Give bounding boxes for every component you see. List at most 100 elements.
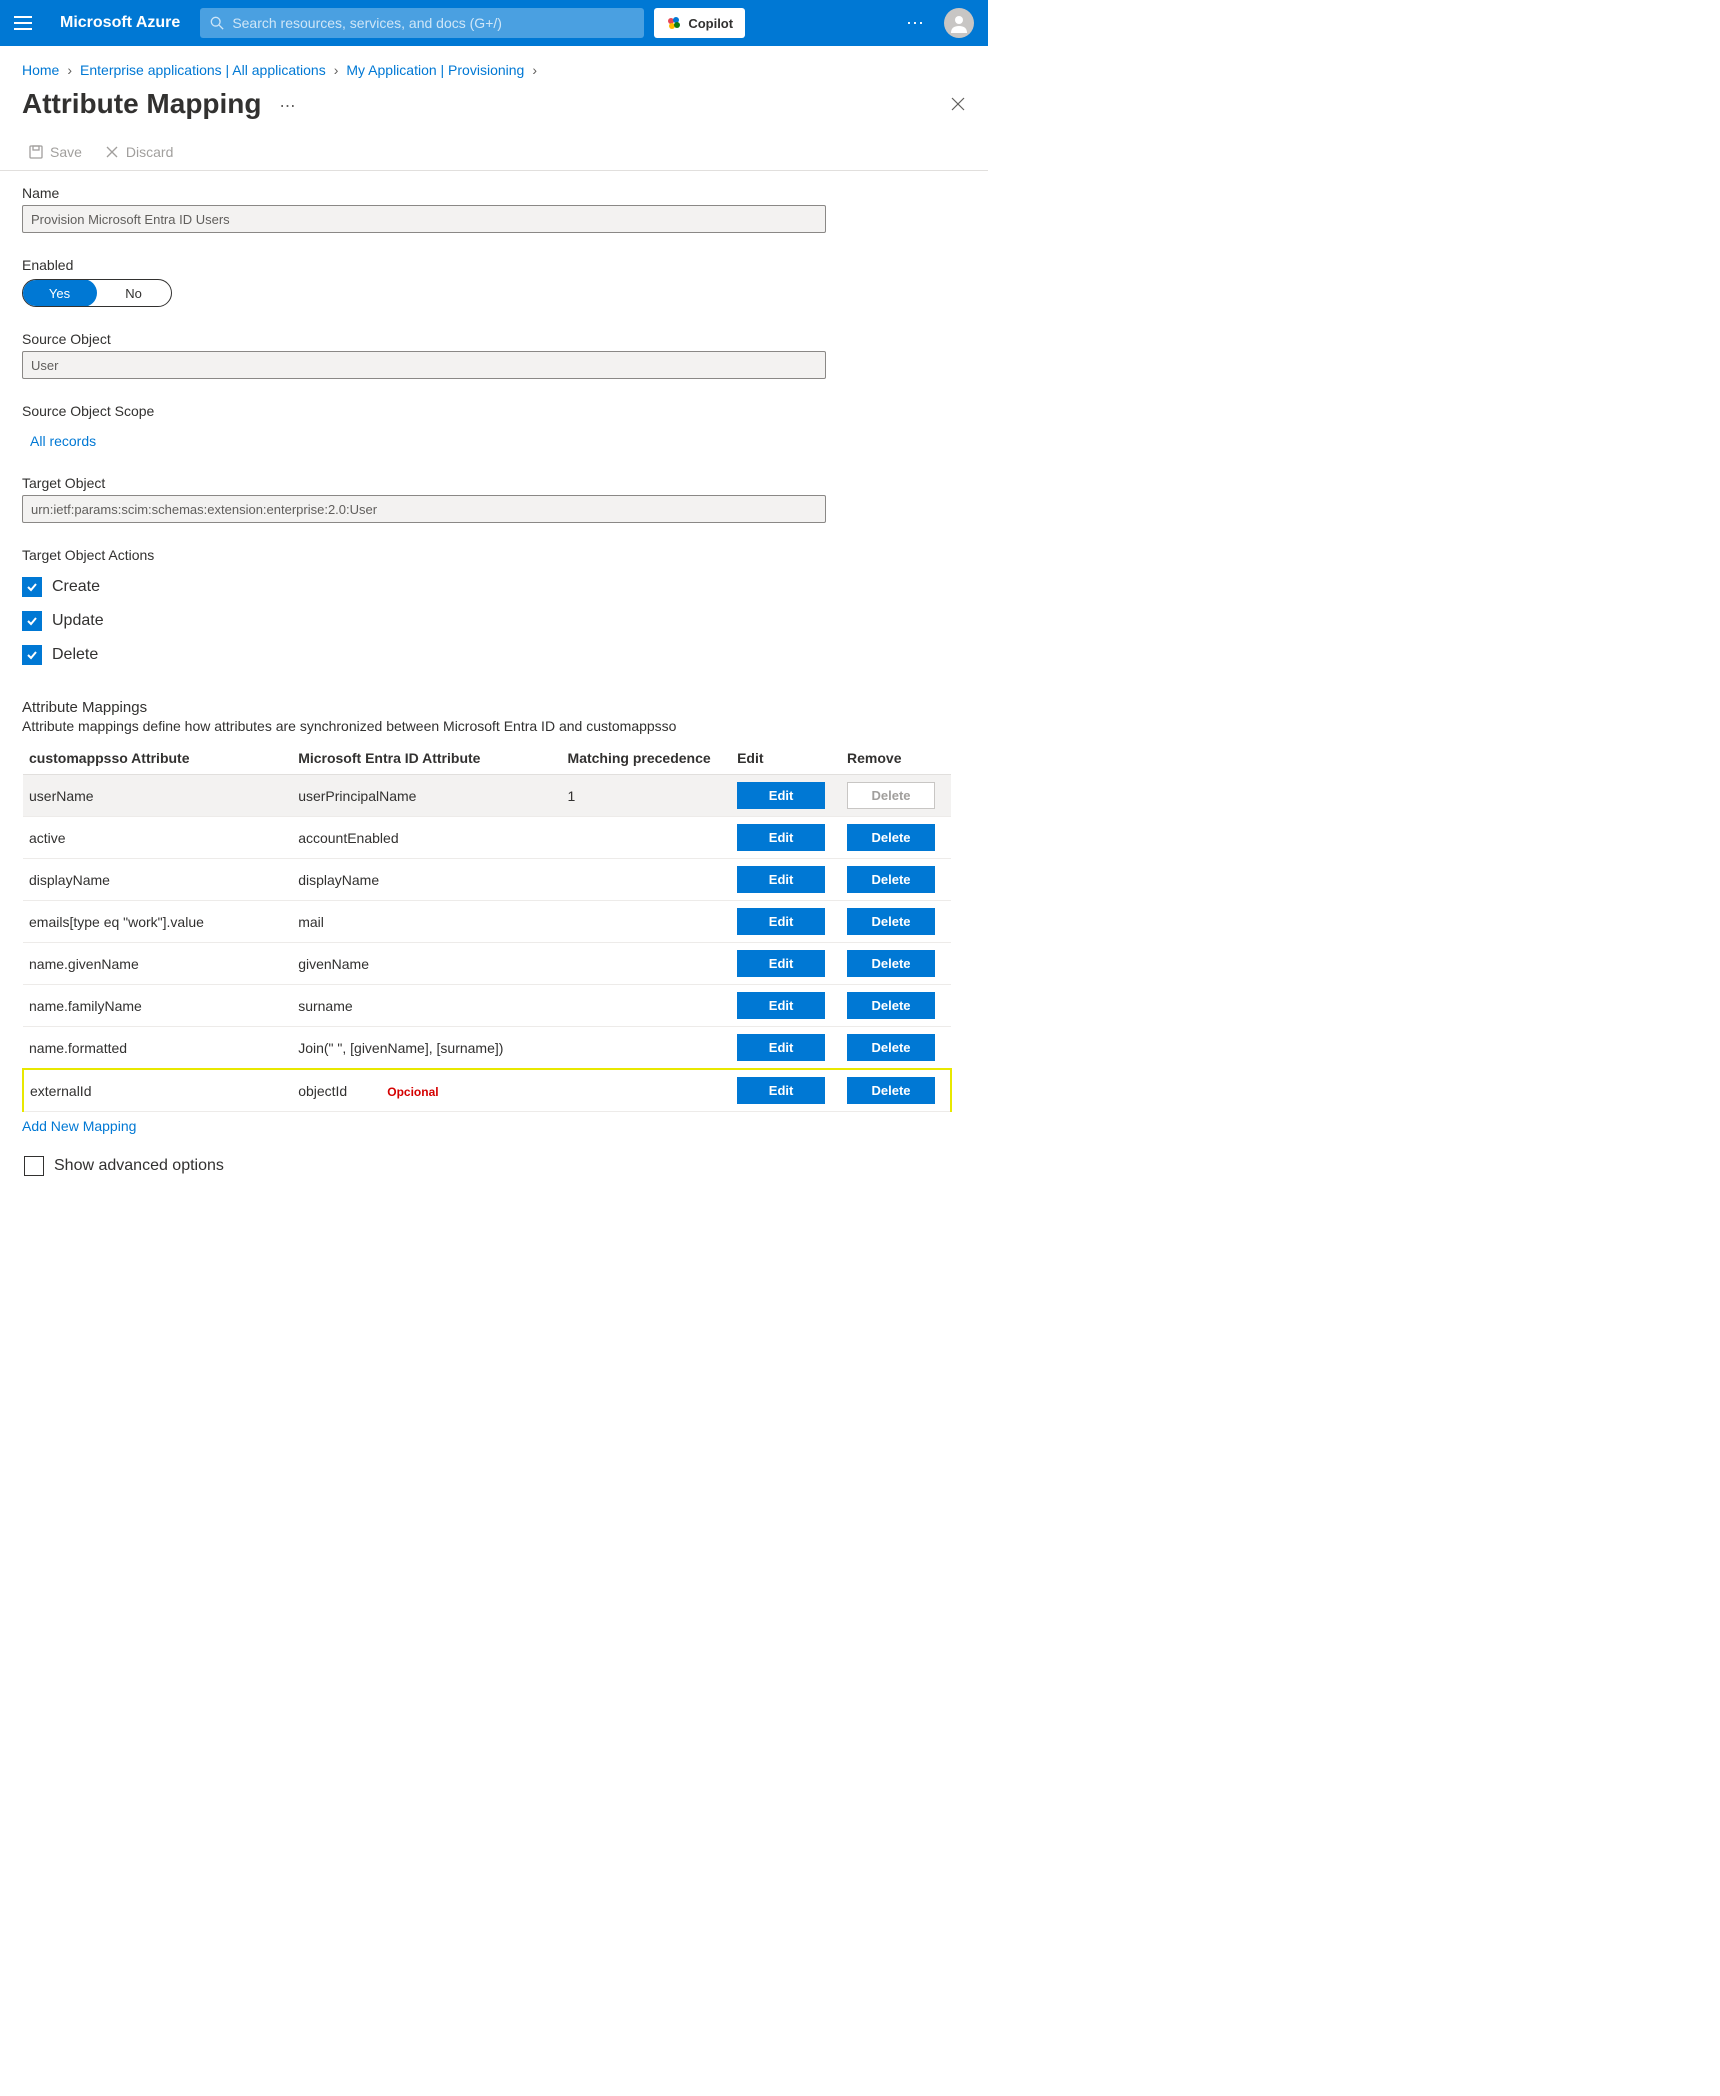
edit-button[interactable]: Edit <box>737 950 825 977</box>
close-icon[interactable] <box>950 96 966 117</box>
toggle-yes[interactable]: Yes <box>22 279 97 307</box>
cell-target: emails[type eq "work"].value <box>23 901 292 943</box>
discard-button[interactable]: Discard <box>104 144 173 160</box>
edit-button[interactable]: Edit <box>737 824 825 851</box>
cell-precedence <box>562 901 732 943</box>
source-object-label: Source Object <box>22 331 966 347</box>
cell-precedence <box>562 817 732 859</box>
table-row: name.givenNamegivenNameEditDelete <box>23 943 951 985</box>
cell-target: userName <box>23 775 292 817</box>
cell-precedence <box>562 1027 732 1070</box>
cell-remove: Delete <box>841 859 951 901</box>
delete-checkbox[interactable] <box>22 645 42 665</box>
delete-label: Delete <box>52 646 98 664</box>
source-scope-label: Source Object Scope <box>22 403 966 419</box>
cell-source: surname <box>292 985 561 1027</box>
search-input[interactable]: Search resources, services, and docs (G+… <box>200 8 644 38</box>
cell-remove: Delete <box>841 985 951 1027</box>
cell-remove: Delete <box>841 943 951 985</box>
cell-edit: Edit <box>731 1027 841 1070</box>
col-edit: Edit <box>731 742 841 775</box>
chevron-right-icon: › <box>532 62 537 78</box>
more-icon[interactable]: ⋯ <box>280 96 298 116</box>
update-checkbox[interactable] <box>22 611 42 631</box>
delete-button[interactable]: Delete <box>847 992 935 1019</box>
source-scope-link[interactable]: All records <box>30 433 96 449</box>
edit-button[interactable]: Edit <box>737 782 825 809</box>
update-label: Update <box>52 612 104 630</box>
more-icon[interactable]: ⋯ <box>906 13 926 34</box>
table-row: displayNamedisplayNameEditDelete <box>23 859 951 901</box>
top-bar: Microsoft Azure Search resources, servic… <box>0 0 988 46</box>
avatar[interactable] <box>944 8 974 38</box>
delete-button[interactable]: Delete <box>847 824 935 851</box>
enabled-label: Enabled <box>22 257 966 273</box>
edit-button[interactable]: Edit <box>737 1077 825 1104</box>
chevron-right-icon: › <box>67 62 72 78</box>
delete-button[interactable]: Delete <box>847 1034 935 1061</box>
breadcrumb-item[interactable]: Home <box>22 62 59 78</box>
delete-button[interactable]: Delete <box>847 950 935 977</box>
cell-source: userPrincipalName <box>292 775 561 817</box>
edit-button[interactable]: Edit <box>737 1034 825 1061</box>
target-actions-label: Target Object Actions <box>22 547 966 563</box>
cell-source: displayName <box>292 859 561 901</box>
cell-edit: Edit <box>731 817 841 859</box>
edit-button[interactable]: Edit <box>737 866 825 893</box>
edit-button[interactable]: Edit <box>737 908 825 935</box>
cell-source: objectIdOpcional <box>292 1069 561 1112</box>
create-checkbox[interactable] <box>22 577 42 597</box>
cell-source: accountEnabled <box>292 817 561 859</box>
cell-source: givenName <box>292 943 561 985</box>
target-object-label: Target Object <box>22 475 966 491</box>
copilot-button[interactable]: Copilot <box>654 8 745 38</box>
show-advanced-label: Show advanced options <box>54 1157 224 1175</box>
name-label: Name <box>22 185 966 201</box>
brand-label[interactable]: Microsoft Azure <box>60 14 180 32</box>
name-field[interactable] <box>22 205 826 233</box>
cell-precedence: 1 <box>562 775 732 817</box>
cell-remove: Delete <box>841 775 951 817</box>
table-row: name.familyNamesurname Edit Delete <box>23 985 951 1027</box>
discard-label: Discard <box>126 144 173 160</box>
breadcrumb: Home › Enterprise applications | All app… <box>0 46 988 78</box>
cell-target: name.formatted <box>23 1027 292 1070</box>
cell-target: name.familyName <box>23 985 292 1027</box>
cell-precedence <box>562 1069 732 1112</box>
close-icon <box>104 144 120 160</box>
menu-icon[interactable] <box>14 16 32 30</box>
breadcrumb-item[interactable]: Enterprise applications | All applicatio… <box>80 62 326 78</box>
toggle-no[interactable]: No <box>96 280 171 306</box>
cell-edit: Edit <box>731 943 841 985</box>
create-label: Create <box>52 578 100 596</box>
edit-button[interactable]: Edit <box>737 992 825 1019</box>
show-advanced-checkbox[interactable] <box>24 1156 44 1176</box>
opcional-badge: Opcional <box>387 1085 438 1099</box>
cell-edit: Edit <box>731 901 841 943</box>
add-mapping-link[interactable]: Add New Mapping <box>22 1118 136 1134</box>
enabled-toggle[interactable]: Yes No <box>22 279 172 307</box>
cell-source: mail <box>292 901 561 943</box>
delete-button[interactable]: Delete <box>847 908 935 935</box>
table-row: activeaccountEnabledEditDelete <box>23 817 951 859</box>
table-row: name.formattedJoin(" ", [givenName], [su… <box>23 1027 951 1070</box>
page-title: Attribute Mapping <box>22 88 262 120</box>
save-button[interactable]: Save <box>28 144 82 160</box>
breadcrumb-item[interactable]: My Application | Provisioning <box>346 62 524 78</box>
col-source: Microsoft Entra ID Attribute <box>292 742 561 775</box>
mappings-desc: Attribute mappings define how attributes… <box>22 718 966 734</box>
toolbar: Save Discard <box>0 130 988 171</box>
col-target: customappsso Attribute <box>23 742 292 775</box>
delete-button[interactable]: Delete <box>847 1077 935 1104</box>
chevron-right-icon: › <box>334 62 339 78</box>
table-row: emails[type eq "work"].valuemail Edit Dele… <box>23 901 951 943</box>
source-object-field[interactable] <box>22 351 826 379</box>
search-icon <box>210 16 224 30</box>
col-prec: Matching precedence <box>562 742 732 775</box>
copilot-icon <box>666 15 682 31</box>
cell-edit: Edit <box>731 775 841 817</box>
cell-remove: Delete <box>841 1069 951 1112</box>
delete-button[interactable]: Delete <box>847 866 935 893</box>
save-icon <box>28 144 44 160</box>
target-object-field[interactable] <box>22 495 826 523</box>
